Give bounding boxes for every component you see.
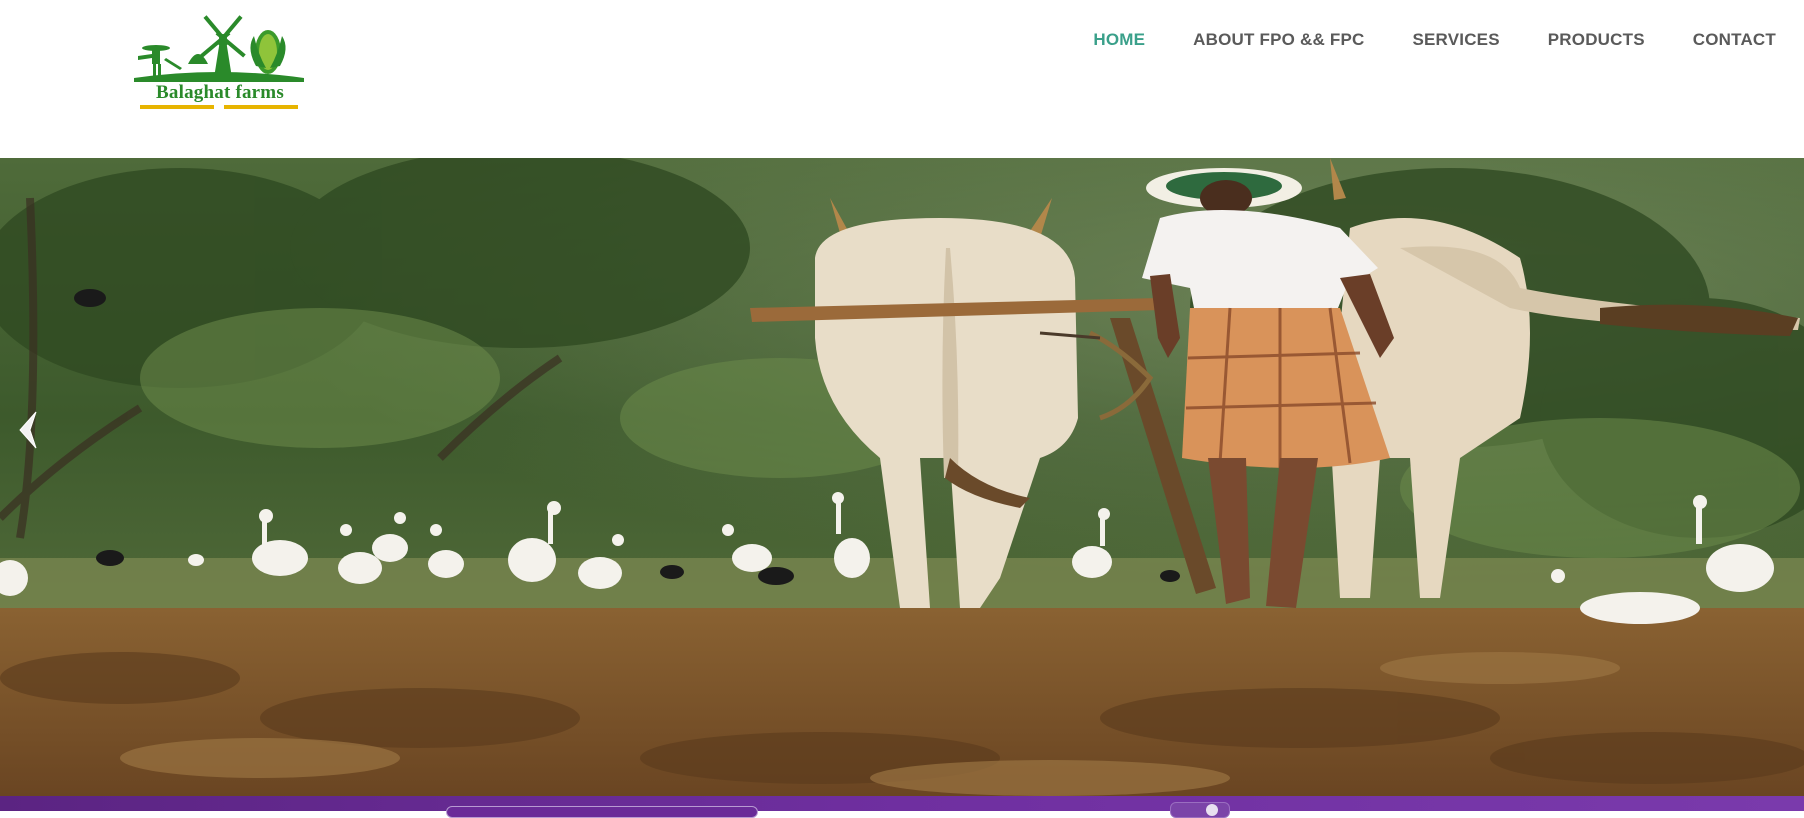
nav-contact[interactable]: CONTACT xyxy=(1693,30,1776,50)
nav-about-fpo-fpc[interactable]: ABOUT FPO && FPC xyxy=(1193,30,1364,50)
chevron-left-icon xyxy=(19,411,37,449)
nav-home[interactable]: HOME xyxy=(1093,30,1145,50)
band-toggle[interactable] xyxy=(1170,802,1230,818)
brand-name: Balaghat farms xyxy=(156,82,284,103)
logo-illustration xyxy=(134,15,304,82)
farmer-icon xyxy=(138,45,182,76)
hero-slider xyxy=(0,158,1804,796)
corn-icon xyxy=(250,30,286,74)
nav-services[interactable]: SERVICES xyxy=(1412,30,1499,50)
slider-prev-button[interactable] xyxy=(16,410,40,450)
site-header: Balaghat farms HOME ABOUT FPO && FPC SER… xyxy=(0,0,1804,158)
windmill-icon xyxy=(188,15,246,78)
band-toggle-dot xyxy=(1206,804,1218,816)
band-search-pill[interactable] xyxy=(446,806,758,818)
main-nav: HOME ABOUT FPO && FPC SERVICES PRODUCTS … xyxy=(1093,30,1776,50)
footer-band xyxy=(0,796,1804,818)
hero-image xyxy=(0,158,1804,796)
brand-logo[interactable]: Balaghat farms xyxy=(128,8,308,114)
logo-underline-right xyxy=(224,105,298,109)
logo-underline-left xyxy=(140,105,214,109)
nav-products[interactable]: PRODUCTS xyxy=(1548,30,1645,50)
